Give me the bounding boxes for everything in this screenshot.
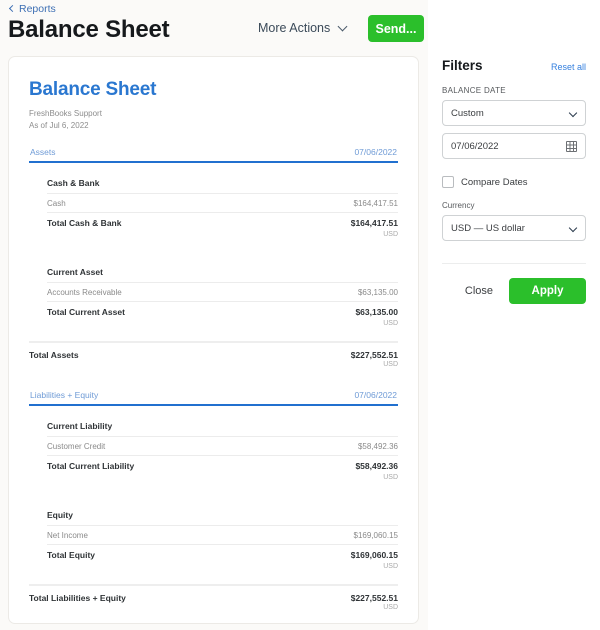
group-total-row: Total Current Liability $58,492.36: [47, 455, 398, 473]
report-subtitle: FreshBooks Support As of Jul 6, 2022: [29, 108, 398, 131]
compare-dates-checkbox[interactable]: [442, 176, 454, 188]
send-button[interactable]: Send...: [368, 15, 424, 42]
group-total-currency: USD: [47, 474, 398, 483]
group-total-amount: $164,417.51: [351, 218, 398, 228]
grand-total-amount: $227,552.51: [351, 350, 398, 360]
section-header: Assets 07/06/2022: [29, 147, 398, 161]
report-company: FreshBooks Support: [29, 108, 398, 120]
grand-total-label: Total Assets: [29, 350, 79, 360]
grand-total-row: Total Liabilities + Equity $227,552.51: [29, 593, 398, 603]
back-to-reports-link[interactable]: Reports: [10, 3, 56, 15]
balance-date-value: 07/06/2022: [451, 141, 499, 152]
section-header: Liabilities + Equity 07/06/2022: [29, 390, 398, 404]
group-total-amount: $169,060.15: [351, 550, 398, 560]
group-total-row: Total Cash & Bank $164,417.51: [47, 212, 398, 230]
report-body: Balance Sheet FreshBooks Support As of J…: [9, 57, 418, 613]
chevron-left-icon: [9, 5, 16, 12]
calendar-icon[interactable]: [566, 141, 577, 152]
report-section-liabilities-equity: Liabilities + Equity 07/06/2022 Current …: [29, 390, 398, 613]
balance-date-label: BALANCE DATE: [442, 86, 586, 95]
filters-title: Filters: [442, 58, 483, 73]
group-total-currency: USD: [47, 231, 398, 240]
report-as-of: As of Jul 6, 2022: [29, 120, 398, 132]
filters-sidebar: Filters Reset all BALANCE DATE Custom 07…: [428, 0, 600, 630]
apply-button[interactable]: Apply: [509, 278, 586, 304]
group-total-row: Total Equity $169,060.15: [47, 544, 398, 562]
group-total-label: Total Cash & Bank: [47, 218, 121, 228]
report-card: Balance Sheet FreshBooks Support As of J…: [8, 56, 419, 624]
section-date: 07/06/2022: [354, 390, 397, 400]
sidebar-divider: [442, 263, 586, 264]
close-button[interactable]: Close: [465, 285, 493, 297]
group-spacer: [47, 483, 398, 505]
row-label: Cash: [47, 199, 66, 208]
more-actions-label: More Actions: [258, 21, 330, 35]
group-title: Equity: [47, 505, 398, 525]
group-total-currency: USD: [47, 320, 398, 329]
filter-actions: Close Apply: [442, 278, 586, 304]
section-rule: [29, 161, 398, 163]
top-bar: Reports Balance Sheet More Actions Send.…: [0, 0, 428, 54]
group-total-currency: USD: [47, 563, 398, 572]
balance-date-range-select[interactable]: Custom: [442, 100, 586, 126]
grand-total-amount: $227,552.51: [351, 593, 398, 603]
balance-date-input[interactable]: 07/06/2022: [442, 133, 586, 159]
filters-header: Filters Reset all: [442, 0, 586, 73]
group-total-row: Total Current Asset $63,135.00: [47, 301, 398, 319]
compare-dates-label: Compare Dates: [461, 177, 528, 188]
group-title: Current Asset: [47, 262, 398, 282]
account-group: Cash & Bank Cash $164,417.51 Total Cash …: [47, 173, 398, 329]
reset-all-link[interactable]: Reset all: [551, 62, 586, 72]
currency-label: Currency: [442, 201, 586, 210]
grand-total-currency: USD: [29, 604, 398, 613]
table-row: Cash $164,417.51: [47, 193, 398, 212]
section-spacer: [29, 370, 398, 390]
section-name: Assets: [30, 147, 56, 157]
row-label: Accounts Receivable: [47, 288, 122, 297]
row-label: Customer Credit: [47, 442, 105, 451]
group-title: Current Liability: [47, 416, 398, 436]
group-total-label: Total Current Liability: [47, 461, 134, 471]
group-total-label: Total Equity: [47, 550, 95, 560]
balance-sheet-page: Reports Balance Sheet More Actions Send.…: [0, 0, 600, 630]
currency-select[interactable]: USD — US dollar: [442, 215, 586, 241]
section-grand-total: Total Assets $227,552.51 USD: [29, 341, 398, 370]
balance-date-range-value: Custom: [451, 108, 484, 119]
account-group: Current Liability Customer Credit $58,49…: [47, 416, 398, 572]
section-rule: [29, 404, 398, 406]
report-title: Balance Sheet: [29, 79, 398, 101]
group-total-amount: $63,135.00: [355, 307, 398, 317]
currency-value: USD — US dollar: [451, 223, 525, 234]
row-amount: $58,492.36: [358, 442, 398, 451]
section-name: Liabilities + Equity: [30, 390, 98, 400]
group-spacer: [47, 240, 398, 262]
grand-total-row: Total Assets $227,552.51: [29, 350, 398, 360]
grand-total-currency: USD: [29, 361, 398, 370]
section-date: 07/06/2022: [354, 147, 397, 157]
group-title: Cash & Bank: [47, 173, 398, 193]
table-row: Customer Credit $58,492.36: [47, 436, 398, 455]
page-title: Balance Sheet: [8, 16, 169, 44]
table-row: Accounts Receivable $63,135.00: [47, 282, 398, 301]
more-actions-dropdown[interactable]: More Actions: [258, 21, 346, 35]
table-row: Net Income $169,060.15: [47, 525, 398, 544]
back-link-label: Reports: [19, 3, 56, 15]
chevron-down-icon: [569, 109, 577, 117]
group-total-label: Total Current Asset: [47, 307, 125, 317]
row-amount: $169,060.15: [354, 531, 399, 540]
row-label: Net Income: [47, 531, 88, 540]
group-total-amount: $58,492.36: [355, 461, 398, 471]
chevron-down-icon: [338, 21, 348, 31]
compare-dates-toggle[interactable]: Compare Dates: [442, 176, 586, 188]
section-grand-total: Total Liabilities + Equity $227,552.51 U…: [29, 584, 398, 613]
chevron-down-icon: [569, 224, 577, 232]
row-amount: $63,135.00: [358, 288, 398, 297]
grand-total-label: Total Liabilities + Equity: [29, 593, 126, 603]
row-amount: $164,417.51: [354, 199, 399, 208]
report-section-assets: Assets 07/06/2022 Cash & Bank Cash $164,…: [29, 147, 398, 370]
